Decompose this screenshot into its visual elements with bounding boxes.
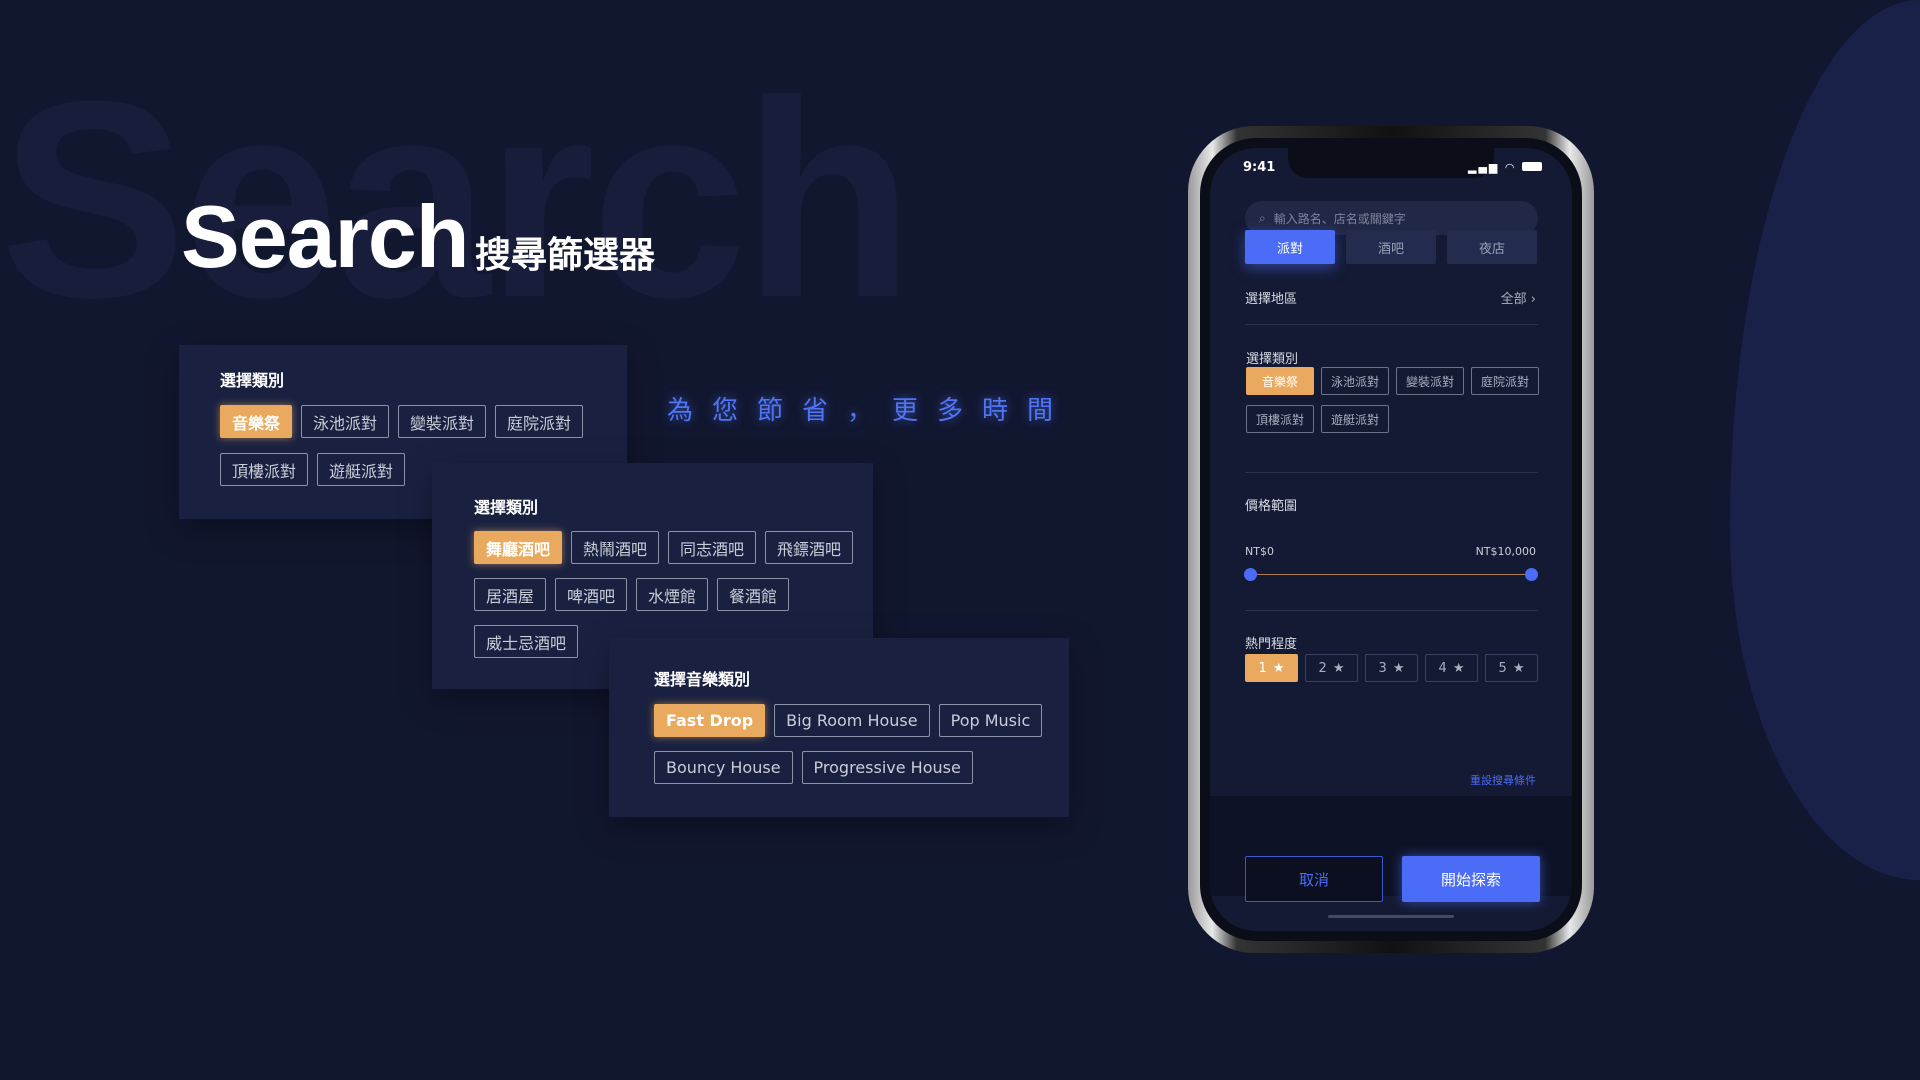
- filter-chip[interactable]: Bouncy House: [654, 751, 793, 784]
- popularity-option[interactable]: 5 ★: [1485, 654, 1538, 682]
- filter-chip[interactable]: 同志酒吧: [668, 531, 757, 564]
- chevron-right-icon: ›: [1530, 292, 1536, 307]
- popularity-option[interactable]: 2 ★: [1305, 654, 1358, 682]
- filter-chip[interactable]: 啤酒吧: [555, 578, 628, 611]
- status-icons: ▂▄▆ ◠: [1468, 161, 1542, 174]
- popularity-label: 熱門程度: [1245, 637, 1298, 652]
- divider: [1245, 324, 1538, 325]
- filter-chip[interactable]: Big Room House: [774, 704, 930, 737]
- popularity-option[interactable]: 4 ★: [1425, 654, 1478, 682]
- filter-chip[interactable]: Progressive House: [801, 751, 973, 784]
- tab-bar[interactable]: 酒吧: [1346, 230, 1436, 264]
- filter-chip[interactable]: 熱鬧酒吧: [571, 531, 660, 564]
- filter-chip[interactable]: 泳池派對: [1321, 367, 1389, 395]
- price-max-label: NT$10,000: [1475, 545, 1536, 558]
- filter-chip[interactable]: 庭院派對: [495, 405, 584, 438]
- filter-chip[interactable]: 頂樓派對: [220, 453, 309, 486]
- search-icon: ⌕: [1259, 210, 1266, 225]
- phone-notch: [1288, 148, 1494, 178]
- popularity-option[interactable]: 3 ★: [1365, 654, 1418, 682]
- filter-chip[interactable]: 頂樓派對: [1246, 405, 1314, 433]
- start-search-button[interactable]: 開始探索: [1402, 856, 1540, 902]
- filter-chip[interactable]: Pop Music: [938, 704, 1043, 737]
- filter-chip[interactable]: 遊艇派對: [317, 453, 406, 486]
- music-category-card: 選擇音樂類別 Fast Drop Big Room House Pop Music B…: [609, 638, 1069, 817]
- decorative-shape: [1730, 0, 1920, 880]
- star-icon: ★: [1272, 660, 1285, 676]
- status-time: 9:41: [1243, 160, 1276, 175]
- filter-chip[interactable]: 泳池派對: [301, 405, 390, 438]
- tab-club[interactable]: 夜店: [1447, 230, 1537, 264]
- divider: [1245, 472, 1538, 473]
- tab-party[interactable]: 派對: [1245, 230, 1335, 264]
- filter-chip[interactable]: Fast Drop: [654, 704, 766, 737]
- price-min-label: NT$0: [1245, 545, 1274, 558]
- filter-chip[interactable]: 居酒屋: [474, 578, 547, 611]
- star-icon: ★: [1332, 660, 1345, 676]
- star-icon: ★: [1452, 660, 1465, 676]
- price-label: 價格範圍: [1245, 499, 1298, 514]
- filter-chip[interactable]: 音樂祭: [1246, 367, 1314, 395]
- signal-icon: ▂▄▆: [1468, 161, 1500, 174]
- price-min-handle[interactable]: [1244, 568, 1257, 581]
- star-icon: ★: [1392, 660, 1405, 676]
- star-icon: ★: [1512, 660, 1525, 676]
- category-label: 選擇類別: [1246, 352, 1299, 367]
- filter-chip[interactable]: 變裝派對: [1396, 367, 1464, 395]
- filter-chip[interactable]: 水煙館: [636, 578, 709, 611]
- filter-chip[interactable]: 庭院派對: [1471, 367, 1539, 395]
- reset-link[interactable]: 重設搜尋條件: [1470, 772, 1536, 788]
- cancel-button[interactable]: 取消: [1245, 856, 1383, 902]
- filter-chip[interactable]: 威士忌酒吧: [474, 625, 579, 658]
- filter-chip[interactable]: 飛鏢酒吧: [765, 531, 854, 564]
- region-select[interactable]: 全部 ›: [1501, 288, 1536, 307]
- battery-icon: [1522, 162, 1542, 171]
- filter-chip[interactable]: 餐酒館: [717, 578, 790, 611]
- popularity-option[interactable]: 1 ★: [1245, 654, 1298, 682]
- page-subtitle: 搜尋篩選器: [475, 235, 656, 276]
- card-title: 選擇類別: [220, 371, 285, 390]
- card-title: 選擇音樂類別: [654, 670, 751, 689]
- filter-chip[interactable]: 遊艇派對: [1321, 405, 1389, 433]
- filter-chip[interactable]: 變裝派對: [398, 405, 487, 438]
- region-label: 選擇地區: [1245, 292, 1298, 307]
- wifi-icon: ◠: [1504, 161, 1517, 174]
- tagline: 為您節省，更多時間: [667, 396, 1073, 426]
- price-max-handle[interactable]: [1525, 568, 1538, 581]
- card-title: 選擇類別: [474, 498, 539, 517]
- page-title: Search: [181, 187, 470, 286]
- phone-mockup: 9:41 ▂▄▆ ◠ ⌕ 輸入路名、店名或關鍵字 派對 酒吧 夜店 選擇地區 全部…: [1188, 126, 1594, 953]
- price-slider-track[interactable]: [1251, 574, 1531, 575]
- filter-chip[interactable]: 音樂祭: [220, 405, 293, 438]
- phone-screen: 9:41 ▂▄▆ ◠ ⌕ 輸入路名、店名或關鍵字 派對 酒吧 夜店 選擇地區 全部…: [1210, 148, 1572, 931]
- divider: [1245, 610, 1538, 611]
- filter-chip[interactable]: 舞廳酒吧: [474, 531, 563, 564]
- home-indicator: [1328, 915, 1454, 918]
